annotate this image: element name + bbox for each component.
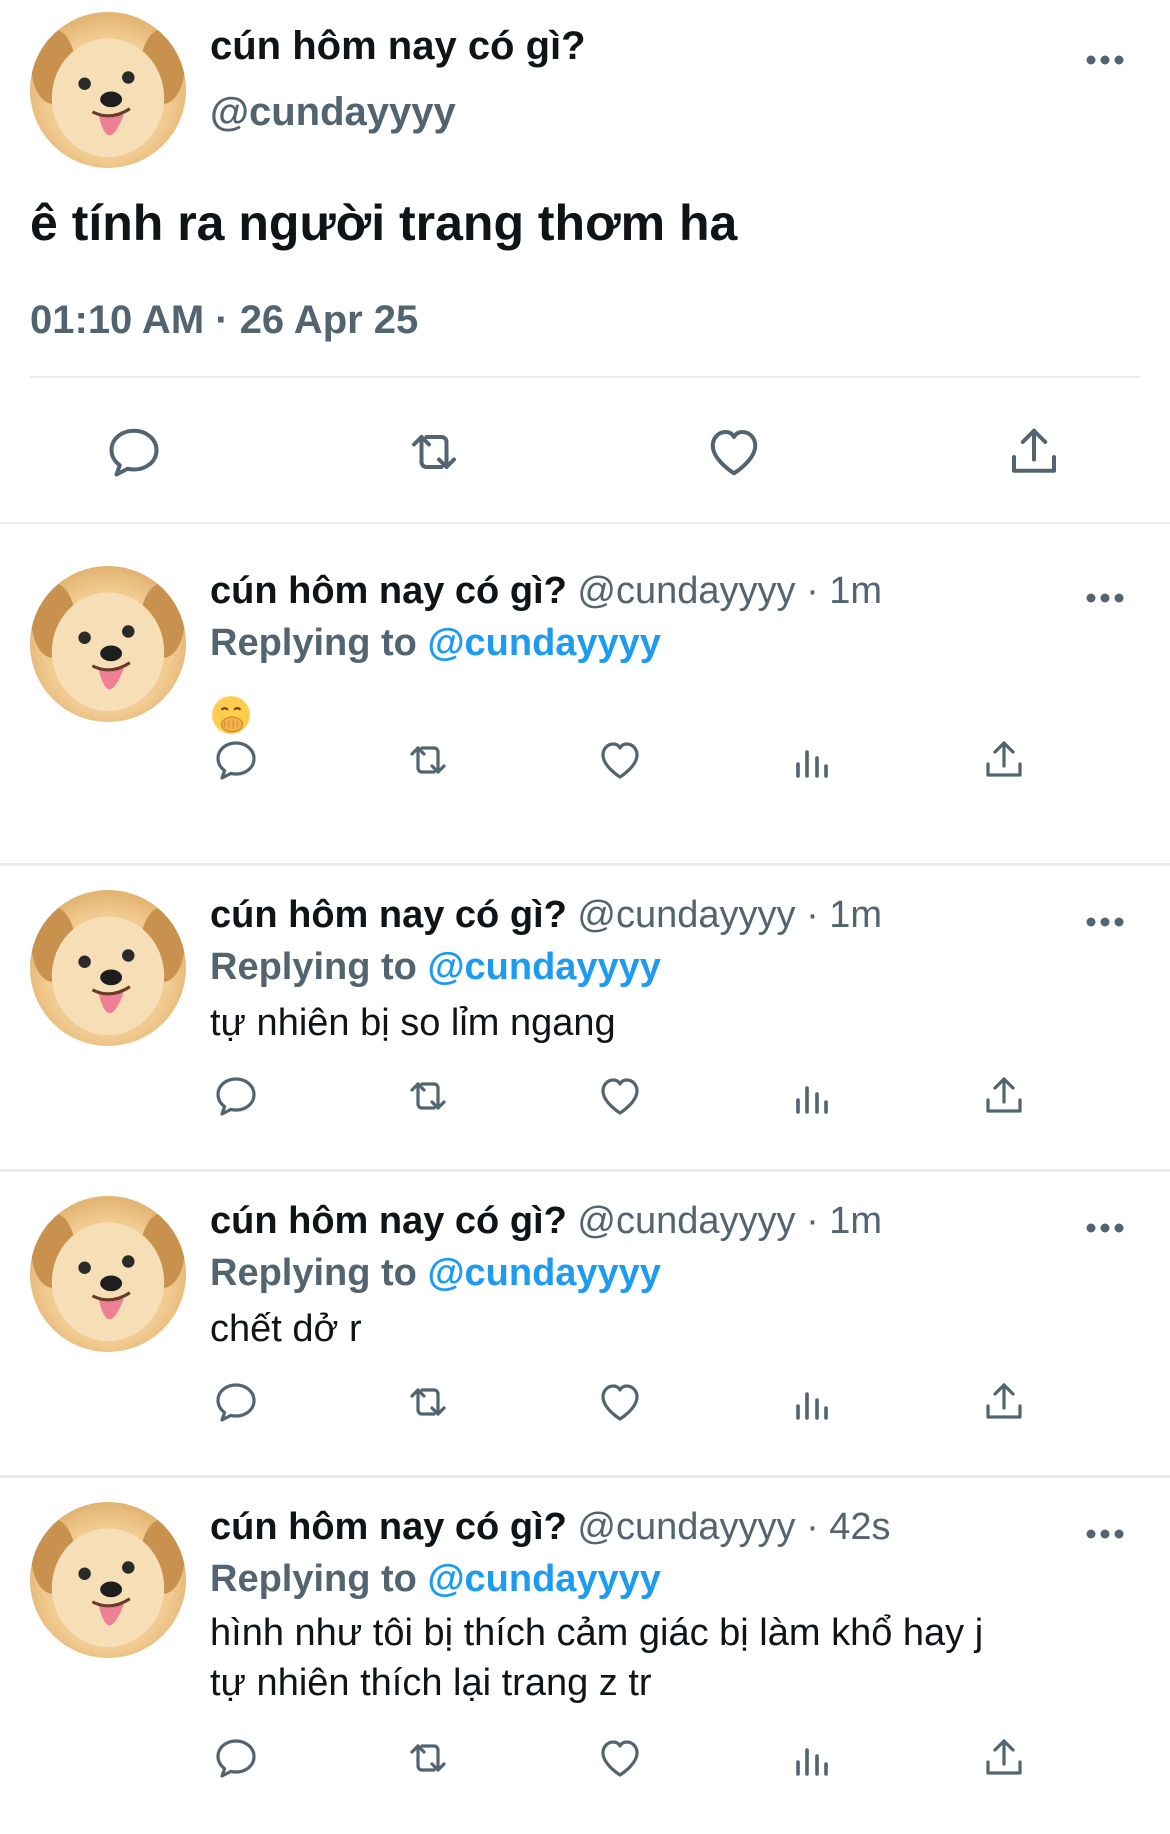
- replying-label: Replying to: [210, 946, 417, 988]
- share-icon[interactable]: [980, 1734, 1028, 1782]
- tweet-text: hình như tôi bị thích cảm giác bị làm kh…: [210, 1608, 983, 1708]
- mention-link[interactable]: @cundayyyy: [427, 1558, 661, 1600]
- avatar[interactable]: [30, 566, 186, 722]
- user-handle[interactable]: @cundayyyy: [210, 90, 456, 135]
- avatar[interactable]: [30, 1196, 186, 1352]
- reply-tweet[interactable]: cún hôm nay có gì? @cundayyyy · 42s Repl…: [0, 1478, 1170, 1834]
- reply-header: cún hôm nay có gì? @cundayyyy · 1m: [210, 1200, 882, 1243]
- tweet-text: tự nhiên bị so lỉm ngang: [210, 1002, 616, 1044]
- avatar[interactable]: [30, 890, 186, 1046]
- tweet-text-line: hình như tôi bị thích cảm giác bị làm kh…: [210, 1612, 984, 1654]
- replying-label: Replying to: [210, 1252, 417, 1294]
- tweet-timestamp: 01:10 AM · 26 Apr 25: [30, 298, 419, 342]
- more-options-icon[interactable]: [1084, 590, 1126, 606]
- user-handle[interactable]: @cundayyyy: [577, 570, 795, 612]
- reply-tweet[interactable]: cún hôm nay có gì? @cundayyyy · 1m Reply…: [0, 866, 1170, 1172]
- replying-to: Replying to @cundayyyy: [210, 1252, 661, 1295]
- reply-time: · 1m: [806, 570, 883, 612]
- display-name[interactable]: cún hôm nay có gì?: [210, 1200, 567, 1242]
- like-icon[interactable]: [596, 1378, 644, 1426]
- retweet-icon[interactable]: [404, 1734, 452, 1782]
- replying-to: Replying to @cundayyyy: [210, 622, 661, 665]
- avatar[interactable]: [30, 12, 186, 168]
- views-icon[interactable]: [788, 1072, 836, 1120]
- display-name[interactable]: cún hôm nay có gì?: [210, 24, 586, 69]
- user-handle[interactable]: @cundayyyy: [577, 1506, 795, 1548]
- replying-to: Replying to @cundayyyy: [210, 946, 661, 989]
- avatar[interactable]: [30, 1502, 186, 1658]
- retweet-icon[interactable]: [404, 1072, 452, 1120]
- display-name[interactable]: cún hôm nay có gì?: [210, 894, 567, 936]
- views-icon[interactable]: [788, 1378, 836, 1426]
- reply-time: · 42s: [806, 1506, 891, 1548]
- reply-header: cún hôm nay có gì? @cundayyyy · 42s: [210, 1506, 891, 1549]
- display-name[interactable]: cún hôm nay có gì?: [210, 570, 567, 612]
- views-icon[interactable]: [788, 1734, 836, 1782]
- share-icon[interactable]: [1004, 422, 1064, 482]
- reply-icon[interactable]: [212, 736, 260, 784]
- face-with-hand-over-mouth-emoji: [210, 694, 252, 736]
- main-tweet: cún hôm nay có gì? @cundayyyy ê tính ra …: [0, 0, 1170, 524]
- reply-icon[interactable]: [212, 1378, 260, 1426]
- reply-tweet[interactable]: cún hôm nay có gì? @cundayyyy · 1m Reply…: [0, 1172, 1170, 1478]
- like-icon[interactable]: [596, 1734, 644, 1782]
- views-icon[interactable]: [788, 736, 836, 784]
- share-icon[interactable]: [980, 1072, 1028, 1120]
- more-options-icon[interactable]: [1084, 914, 1126, 930]
- mention-link[interactable]: @cundayyyy: [427, 622, 661, 664]
- replying-label: Replying to: [210, 1558, 417, 1600]
- like-icon[interactable]: [596, 1072, 644, 1120]
- display-name[interactable]: cún hôm nay có gì?: [210, 1506, 567, 1548]
- share-icon[interactable]: [980, 1378, 1028, 1426]
- tweet-text: ê tính ra người trang thơm ha: [30, 195, 738, 251]
- more-options-icon[interactable]: [1084, 1220, 1126, 1236]
- replying-label: Replying to: [210, 622, 417, 664]
- retweet-icon[interactable]: [404, 1378, 452, 1426]
- share-icon[interactable]: [980, 736, 1028, 784]
- reply-time: · 1m: [806, 894, 883, 936]
- tweet-text-line: tự nhiên thích lại trang z tr: [210, 1662, 652, 1704]
- tweet-text: chết dở r: [210, 1308, 362, 1350]
- mention-link[interactable]: @cundayyyy: [427, 1252, 661, 1294]
- reply-time: · 1m: [806, 1200, 883, 1242]
- reply-icon[interactable]: [212, 1734, 260, 1782]
- retweet-icon[interactable]: [404, 736, 452, 784]
- like-icon[interactable]: [596, 736, 644, 784]
- user-handle[interactable]: @cundayyyy: [577, 1200, 795, 1242]
- like-icon[interactable]: [704, 422, 764, 482]
- user-handle[interactable]: @cundayyyy: [577, 894, 795, 936]
- reply-icon[interactable]: [212, 1072, 260, 1120]
- more-options-icon[interactable]: [1084, 52, 1126, 68]
- reply-header: cún hôm nay có gì? @cundayyyy · 1m: [210, 894, 882, 937]
- reply-tweet[interactable]: cún hôm nay có gì? @cundayyyy · 1m Reply…: [0, 524, 1170, 866]
- more-options-icon[interactable]: [1084, 1526, 1126, 1542]
- reply-header: cún hôm nay có gì? @cundayyyy · 1m: [210, 570, 882, 613]
- divider: [30, 376, 1140, 378]
- retweet-icon[interactable]: [404, 422, 464, 482]
- mention-link[interactable]: @cundayyyy: [427, 946, 661, 988]
- reply-icon[interactable]: [104, 422, 164, 482]
- replying-to: Replying to @cundayyyy: [210, 1558, 661, 1601]
